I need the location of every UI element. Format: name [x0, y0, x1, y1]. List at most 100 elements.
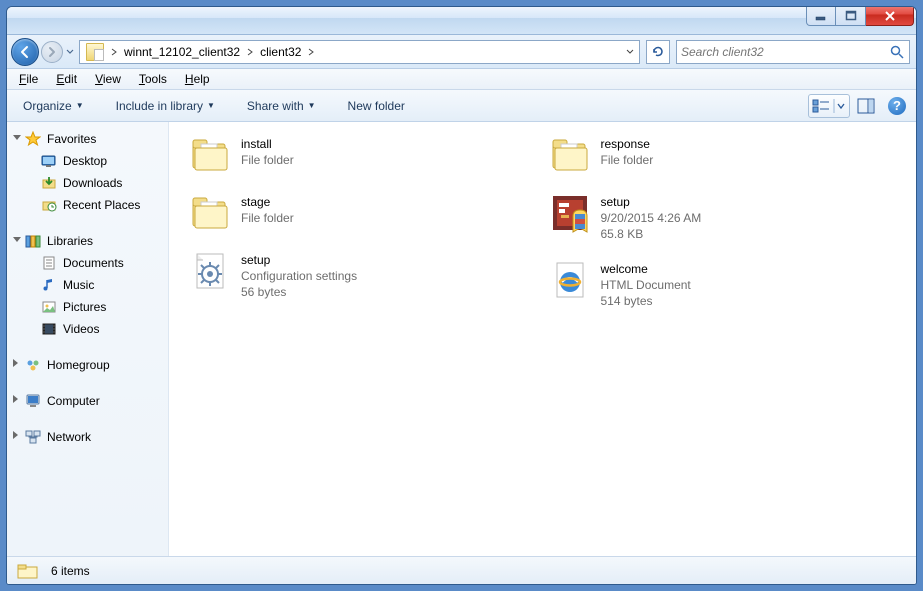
ie-icon	[549, 259, 591, 301]
file-item[interactable]: setup9/20/2015 4:26 AM65.8 KB	[543, 188, 903, 247]
maximize-button[interactable]	[836, 6, 866, 26]
breadcrumb-separator[interactable]	[305, 48, 317, 56]
forward-button[interactable]	[41, 41, 63, 63]
file-name: setup	[601, 194, 702, 210]
navigation-pane[interactable]: Favorites Desktop Downloads Recent Place…	[7, 122, 169, 556]
preview-pane-icon	[857, 98, 875, 114]
menu-help[interactable]: Help	[177, 70, 218, 88]
music-icon	[41, 277, 57, 293]
body: Favorites Desktop Downloads Recent Place…	[7, 122, 916, 556]
back-arrow-icon	[17, 44, 33, 60]
nav-libraries[interactable]: Libraries	[7, 230, 168, 252]
nav-desktop[interactable]: Desktop	[7, 150, 168, 172]
expand-icon	[13, 395, 18, 403]
window-controls	[806, 6, 914, 26]
nav-label: Music	[63, 278, 94, 292]
breadcrumb-item[interactable]: client32	[256, 41, 305, 63]
file-meta: File folder	[241, 152, 294, 168]
nav-buttons	[11, 37, 73, 67]
search-input[interactable]	[681, 45, 889, 59]
file-meta: 65.8 KB	[601, 226, 702, 242]
menu-file[interactable]: File	[11, 70, 46, 88]
status-count: 6 items	[51, 564, 90, 578]
chevron-down-icon	[66, 49, 74, 55]
favorites-star-icon	[25, 131, 41, 147]
file-meta: 514 bytes	[601, 293, 691, 309]
nav-homegroup[interactable]: Homegroup	[7, 354, 168, 376]
nav-label: Computer	[47, 394, 100, 408]
address-dropdown[interactable]	[621, 41, 637, 63]
file-meta: File folder	[241, 210, 294, 226]
nav-history-dropdown[interactable]	[65, 47, 75, 57]
file-item[interactable]: responseFile folder	[543, 130, 903, 180]
expand-icon	[13, 135, 21, 140]
nav-videos[interactable]: Videos	[7, 318, 168, 340]
maximize-icon	[845, 10, 857, 22]
file-item[interactable]: stageFile folder	[183, 188, 543, 238]
include-library-button[interactable]: Include in library▼	[110, 95, 221, 117]
nav-label: Pictures	[63, 300, 106, 314]
menu-edit[interactable]: Edit	[48, 70, 85, 88]
recent-places-icon	[41, 197, 57, 213]
nav-computer[interactable]: Computer	[7, 390, 168, 412]
file-item[interactable]: installFile folder	[183, 130, 543, 180]
file-item[interactable]: welcomeHTML Document514 bytes	[543, 255, 903, 314]
menu-view[interactable]: View	[87, 70, 129, 88]
help-button[interactable]: ?	[888, 97, 906, 115]
nav-label: Network	[47, 430, 91, 444]
menu-tools[interactable]: Tools	[131, 70, 175, 88]
file-list[interactable]: installFile folderstageFile foldersetupC…	[169, 122, 916, 556]
search-icon	[889, 44, 905, 60]
nav-label: Desktop	[63, 154, 107, 168]
nav-downloads[interactable]: Downloads	[7, 172, 168, 194]
explorer-window: winnt_12102_client32 client32	[6, 6, 917, 585]
breadcrumb-separator[interactable]	[244, 48, 256, 56]
nav-label: Documents	[63, 256, 124, 270]
computer-icon	[25, 393, 41, 409]
network-icon	[25, 429, 41, 445]
search-box[interactable]	[676, 40, 910, 64]
minimize-icon	[815, 10, 827, 22]
downloads-icon	[41, 175, 57, 191]
file-name: response	[601, 136, 654, 152]
organize-button[interactable]: Organize▼	[17, 95, 90, 117]
documents-icon	[41, 255, 57, 271]
close-icon	[883, 10, 897, 22]
nav-music[interactable]: Music	[7, 274, 168, 296]
file-item[interactable]: setupConfiguration settings56 bytes	[183, 246, 543, 305]
share-with-button[interactable]: Share with▼	[241, 95, 322, 117]
minimize-button[interactable]	[806, 6, 836, 26]
nav-label: Libraries	[47, 234, 93, 248]
nav-pictures[interactable]: Pictures	[7, 296, 168, 318]
nav-label: Favorites	[47, 132, 96, 146]
nav-recent-places[interactable]: Recent Places	[7, 194, 168, 216]
breadcrumb-separator[interactable]	[108, 48, 120, 56]
back-button[interactable]	[11, 38, 39, 66]
nav-network[interactable]: Network	[7, 426, 168, 448]
view-mode-button[interactable]	[808, 94, 850, 118]
videos-icon	[41, 321, 57, 337]
view-tiles-icon	[811, 97, 847, 115]
file-name: welcome	[601, 261, 691, 277]
nav-documents[interactable]: Documents	[7, 252, 168, 274]
chevron-down-icon	[626, 49, 634, 55]
folder-icon	[17, 562, 37, 580]
nav-label: Downloads	[63, 176, 122, 190]
folder-icon	[189, 134, 231, 176]
breadcrumb-item[interactable]: winnt_12102_client32	[120, 41, 244, 63]
forward-arrow-icon	[46, 46, 58, 58]
nav-favorites[interactable]: Favorites	[7, 128, 168, 150]
refresh-button[interactable]	[646, 40, 670, 64]
titlebar	[7, 7, 916, 35]
config-icon	[189, 250, 231, 292]
file-meta: Configuration settings	[241, 268, 357, 284]
new-folder-button[interactable]: New folder	[342, 95, 411, 117]
close-button[interactable]	[866, 6, 914, 26]
address-bar[interactable]: winnt_12102_client32 client32	[79, 40, 640, 64]
nav-label: Videos	[63, 322, 99, 336]
toolbar: Organize▼ Include in library▼ Share with…	[7, 90, 916, 122]
preview-pane-button[interactable]	[854, 94, 878, 118]
nav-label: Recent Places	[63, 198, 140, 212]
folder-icon	[189, 192, 231, 234]
nav-label: Homegroup	[47, 358, 110, 372]
